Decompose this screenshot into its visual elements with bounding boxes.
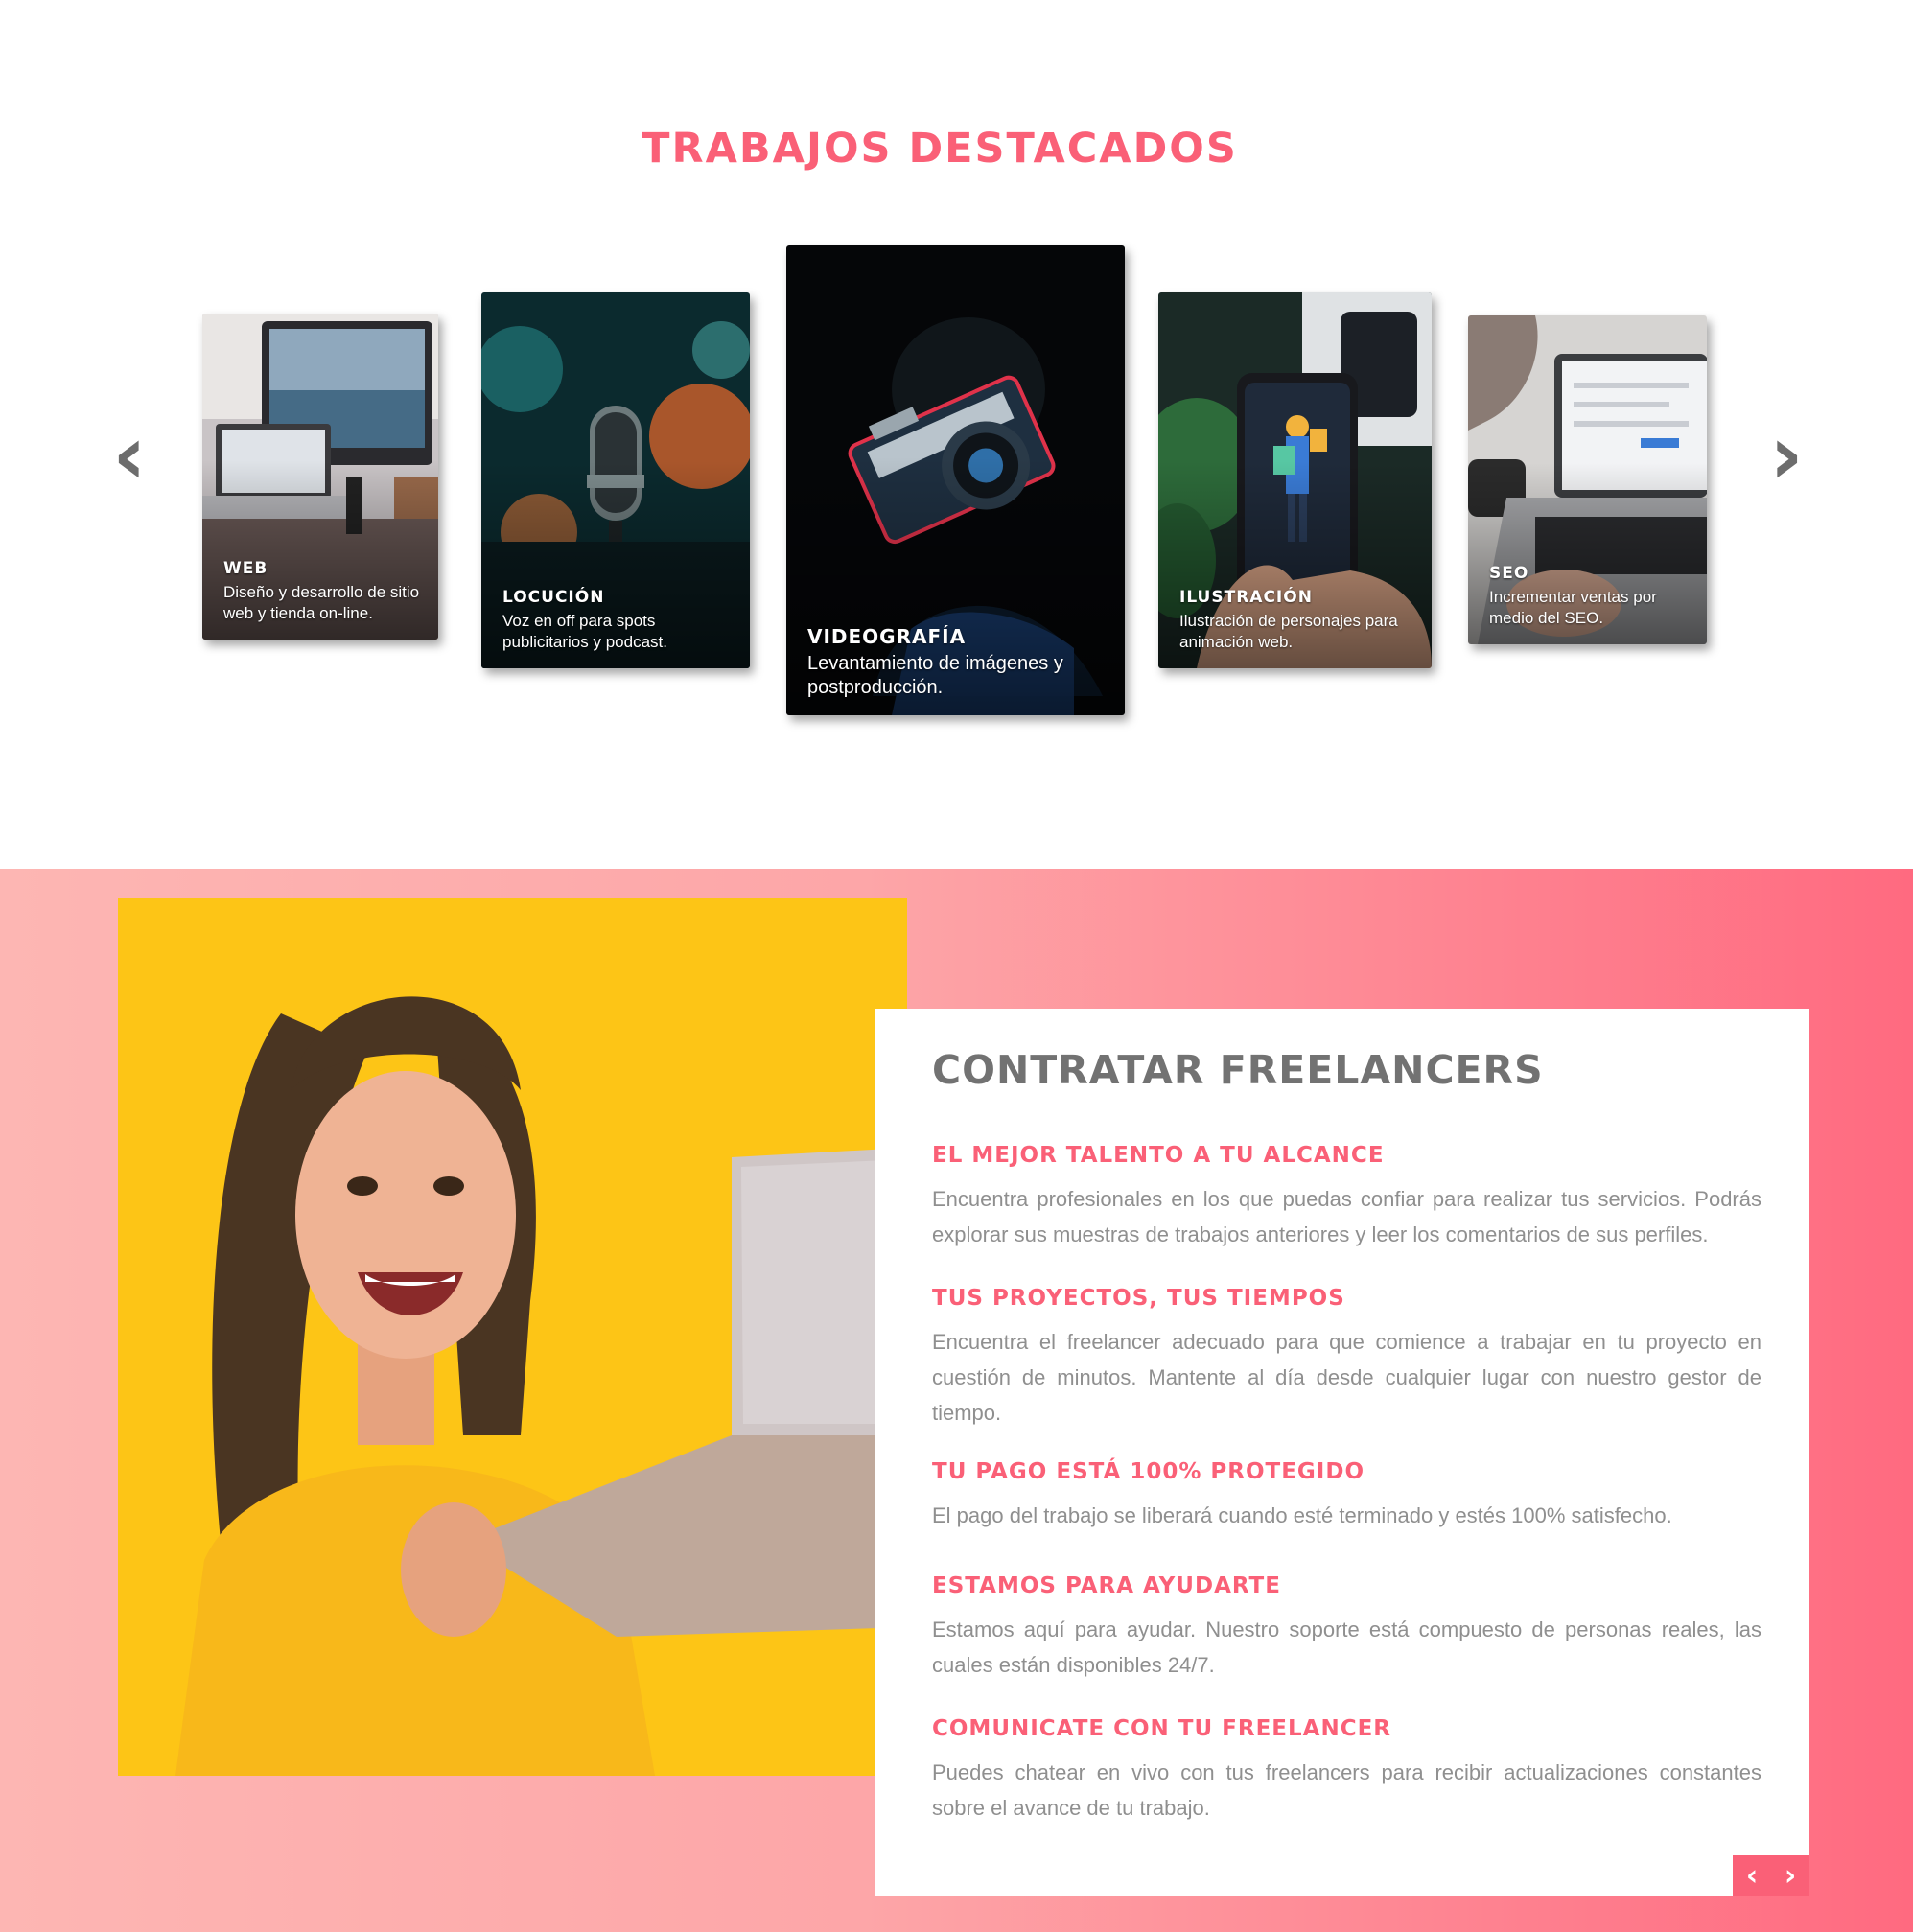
feature-support: ESTAMOS PARA AYUDARTE Estamos aquí para … — [932, 1573, 1761, 1683]
woman-with-laptop-photo — [118, 898, 907, 1776]
feature-communicate: COMUNICATE CON TU FREELANCER Puedes chat… — [932, 1716, 1761, 1826]
card-title: LOCUCIÓN — [502, 588, 605, 607]
chevron-left-icon[interactable]: ‹ — [101, 414, 158, 497]
feature-text: El pago del trabajo se liberará cuando e… — [932, 1503, 1672, 1527]
feature-title: TU PAGO ESTÁ 100% PROTEGIDO — [932, 1459, 1365, 1484]
card-title: WEB — [223, 559, 268, 578]
card-ilustracion[interactable]: ILUSTRACIÓN Ilustración de personajes pa… — [1158, 292, 1432, 668]
feature-payment: TU PAGO ESTÁ 100% PROTEGIDO El pago del … — [932, 1459, 1761, 1533]
feature-projects: TUS PROYECTOS, TUS TIEMPOS Encuentra el … — [932, 1286, 1761, 1431]
card-videografia[interactable]: VIDEOGRAFÍA Levantamiento de imágenes y … — [786, 245, 1125, 715]
card-seo[interactable]: SEO Incrementar ventas por medio del SEO… — [1468, 315, 1707, 644]
chevron-right-icon[interactable]: › — [1771, 1855, 1809, 1896]
hire-panel: CONTRATAR FREELANCERS EL MEJOR TALENTO A… — [875, 1009, 1809, 1896]
card-description: Diseño y desarrollo de sitio web y tiend… — [223, 583, 420, 622]
card-title: SEO — [1489, 564, 1529, 583]
chevron-right-icon[interactable]: › — [1758, 414, 1815, 497]
feature-title: TUS PROYECTOS, TUS TIEMPOS — [932, 1286, 1345, 1311]
hire-title: CONTRATAR FREELANCERS — [932, 1047, 1544, 1093]
card-title: ILUSTRACIÓN — [1179, 588, 1313, 607]
hire-carousel-nav: ‹ › — [1733, 1855, 1809, 1896]
card-locucion[interactable]: LOCUCIÓN Voz en off para spots publicita… — [481, 292, 750, 668]
card-description: Levantamiento de imágenes y postproducci… — [807, 653, 1063, 698]
chevron-left-icon[interactable]: ‹ — [1733, 1855, 1771, 1896]
feature-text: Encuentra profesionales en los que pueda… — [932, 1187, 1761, 1246]
feature-title: EL MEJOR TALENTO A TU ALCANCE — [932, 1143, 1385, 1168]
feature-text: Puedes chatear en vivo con tus freelance… — [932, 1760, 1761, 1820]
card-title: VIDEOGRAFÍA — [807, 625, 967, 648]
card-description: Voz en off para spots publicitarios y po… — [502, 612, 667, 651]
section-title: TRABAJOS DESTACADOS — [642, 125, 1238, 173]
card-description: Incrementar ventas por medio del SEO. — [1489, 588, 1657, 627]
feature-text: Estamos aquí para ayudar. Nuestro soport… — [932, 1618, 1761, 1677]
feature-title: ESTAMOS PARA AYUDARTE — [932, 1573, 1281, 1598]
card-description: Ilustración de personajes para animación… — [1179, 612, 1398, 651]
feature-talent: EL MEJOR TALENTO A TU ALCANCE Encuentra … — [932, 1143, 1761, 1252]
feature-title: COMUNICATE CON TU FREELANCER — [932, 1716, 1392, 1741]
card-web[interactable]: WEB Diseño y desarrollo de sitio web y t… — [202, 314, 438, 640]
feature-text: Encuentra el freelancer adecuado para qu… — [932, 1330, 1761, 1425]
